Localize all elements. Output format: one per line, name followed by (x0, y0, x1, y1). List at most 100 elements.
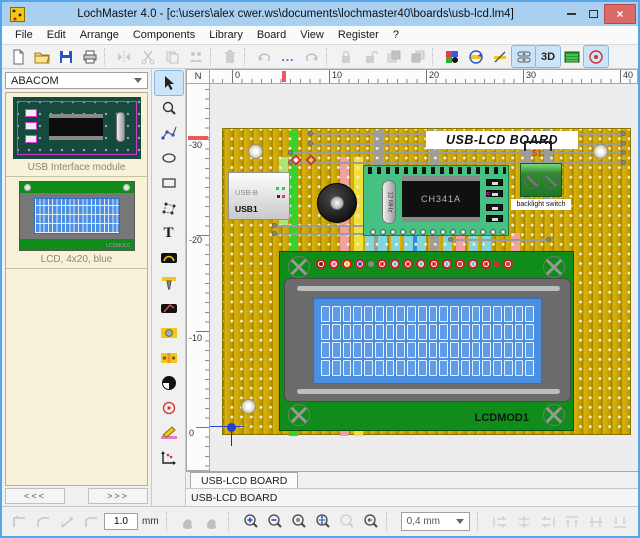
board-canvas[interactable]: USB-LCD BOARD USB-B USB1 (210, 84, 638, 471)
strips-view-toggle[interactable] (512, 46, 536, 67)
strip-break-tool[interactable] (155, 346, 183, 370)
paint-tool[interactable] (155, 421, 183, 445)
zoom-in-button[interactable] (239, 511, 263, 533)
zoom-fit-button[interactable] (311, 511, 335, 533)
group-button[interactable] (184, 46, 208, 67)
radius-input[interactable] (104, 513, 138, 530)
zoom-prev-button[interactable] (359, 511, 383, 533)
ch341-module[interactable]: 12 MHz CH341A R2 (363, 165, 509, 236)
3d-view-toggle[interactable]: 3D (536, 46, 560, 67)
print-button[interactable] (78, 46, 102, 67)
board-title-label[interactable]: USB-LCD BOARD (426, 131, 578, 149)
corner-style-sharp-button[interactable] (8, 511, 32, 533)
colors-button[interactable] (440, 46, 464, 67)
text-tool[interactable]: T (155, 221, 183, 245)
footprint-b-button[interactable] (201, 511, 225, 533)
stripboard[interactable]: USB-LCD BOARD USB-B USB1 (222, 128, 631, 435)
zoom-100-button[interactable] (287, 511, 311, 533)
save-button[interactable] (54, 46, 78, 67)
usb-module-thumbnail (13, 97, 141, 159)
menu-components[interactable]: Components (126, 27, 202, 43)
library-item-usb-module[interactable]: USB Interface module (6, 93, 147, 177)
board-tabs: USB-LCD BOARD (186, 471, 638, 488)
rectangle-tool[interactable] (155, 171, 183, 195)
pad-tool[interactable] (155, 371, 183, 395)
bridge-tool[interactable] (155, 246, 183, 270)
menu-view[interactable]: View (293, 27, 331, 43)
vertical-ruler[interactable]: -30-20-100 (186, 84, 210, 471)
align-middle-button[interactable] (584, 511, 608, 533)
align-bottom-button[interactable] (608, 511, 632, 533)
ellipse-tool[interactable] (155, 146, 183, 170)
menu-board[interactable]: Board (250, 27, 293, 43)
menu-[interactable]: ? (386, 27, 406, 43)
horizontal-ruler[interactable]: 010203040 (210, 69, 638, 84)
probe-tool[interactable] (155, 271, 183, 295)
measure-tool[interactable] (155, 446, 183, 470)
zoom-out-button[interactable] (263, 511, 287, 533)
grid-select[interactable]: 0,4 mm (401, 512, 470, 531)
lcd-screw (543, 404, 565, 426)
redo-button[interactable] (300, 46, 324, 67)
lcd-character-cell (525, 306, 534, 322)
corner-style-round-button[interactable] (80, 511, 104, 533)
cut-button[interactable] (136, 46, 160, 67)
library-item-lcd[interactable]: LCDMOD1 LCD, 4x20, blue (6, 177, 147, 269)
align-center-button[interactable] (512, 511, 536, 533)
bring-front-button[interactable] (382, 46, 406, 67)
align-top-button[interactable] (560, 511, 584, 533)
lock-button[interactable] (334, 46, 358, 67)
footprint-a-button[interactable] (177, 511, 201, 533)
lcd-character-cell (504, 324, 513, 340)
send-back-button[interactable] (406, 46, 430, 67)
lcd-pin (390, 259, 400, 269)
delete-button[interactable] (218, 46, 242, 67)
cutter-tool[interactable] (155, 296, 183, 320)
potentiometer[interactable] (317, 183, 357, 223)
tab-usb-lcd-board[interactable]: USB-LCD BOARD (190, 472, 298, 488)
mirror-button[interactable] (112, 46, 136, 67)
lcd-character-cell (525, 324, 534, 340)
pager-prev-button[interactable]: <<< (5, 488, 65, 504)
close-button[interactable]: × (604, 4, 636, 24)
board-view-button[interactable] (560, 46, 584, 67)
strip-hole-tool[interactable] (155, 321, 183, 345)
menu-library[interactable]: Library (202, 27, 250, 43)
menu-arrange[interactable]: Arrange (73, 27, 126, 43)
rotate-button[interactable] (464, 46, 488, 67)
zoom-region-button[interactable] (335, 511, 359, 533)
zoom-tool[interactable] (155, 96, 183, 120)
usb-connector[interactable]: USB-B USB1 (228, 172, 290, 220)
wire-tool[interactable] (155, 121, 183, 145)
menu-file[interactable]: File (8, 27, 40, 43)
origin-marker[interactable] (227, 423, 236, 432)
test-mode-toggle[interactable] (584, 46, 608, 67)
copy-button[interactable] (160, 46, 184, 67)
maximize-button[interactable] (582, 5, 604, 23)
lcd-pin (368, 261, 374, 267)
flip-button[interactable] (488, 46, 512, 67)
align-right-button[interactable] (536, 511, 560, 533)
tool-column: T (152, 69, 186, 506)
v-ruler-label: 0 (189, 428, 194, 438)
corner-style-bevel-button[interactable] (32, 511, 56, 533)
backlight-switch[interactable] (520, 163, 562, 197)
select-tool[interactable] (155, 71, 183, 95)
align-left-button[interactable] (488, 511, 512, 533)
polygon-tool[interactable] (155, 196, 183, 220)
pager-next-button[interactable]: >>> (88, 488, 148, 504)
open-button[interactable] (30, 46, 54, 67)
corner-style-diagonal-button[interactable] (56, 511, 80, 533)
menu-register[interactable]: Register (331, 27, 386, 43)
history-button[interactable]: ... (276, 46, 300, 67)
minimize-button[interactable] (560, 5, 582, 23)
undo-button[interactable] (252, 46, 276, 67)
new-button[interactable] (6, 46, 30, 67)
library-select[interactable]: ABACOM (5, 72, 148, 89)
menu-edit[interactable]: Edit (40, 27, 73, 43)
lcd-character-cell (461, 360, 470, 376)
marker-tool[interactable] (155, 396, 183, 420)
ruler-origin-button[interactable]: N (186, 69, 210, 84)
unlock-button[interactable] (358, 46, 382, 67)
lcd-module[interactable]: LCDMOD1 (279, 251, 574, 431)
